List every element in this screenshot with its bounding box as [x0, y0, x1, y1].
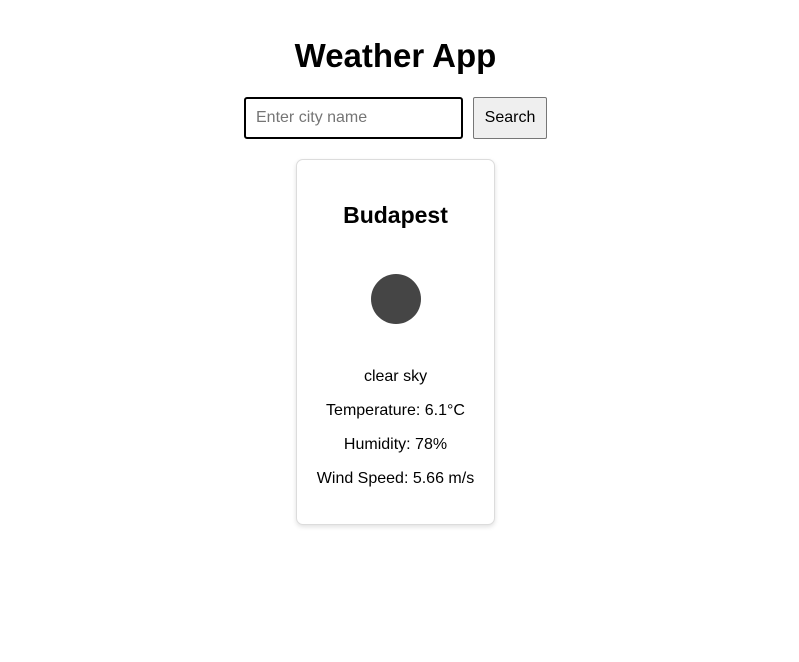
- search-button[interactable]: Search: [473, 97, 547, 139]
- weather-description: clear sky: [363, 368, 428, 385]
- weather-condition-icon: [371, 274, 421, 324]
- page-title: Weather App: [294, 37, 497, 74]
- weather-card: Budapest clear sky Temperature: 6.1°C Hu…: [296, 159, 495, 525]
- temperature-readout: Temperature: 6.1°C: [326, 402, 465, 419]
- city-name: Budapest: [343, 202, 448, 228]
- search-bar: Search: [244, 97, 547, 139]
- wind-speed-readout: Wind Speed: 5.66 m/s: [316, 470, 475, 487]
- city-search-input[interactable]: [244, 97, 463, 139]
- humidity-readout: Humidity: 78%: [343, 436, 448, 453]
